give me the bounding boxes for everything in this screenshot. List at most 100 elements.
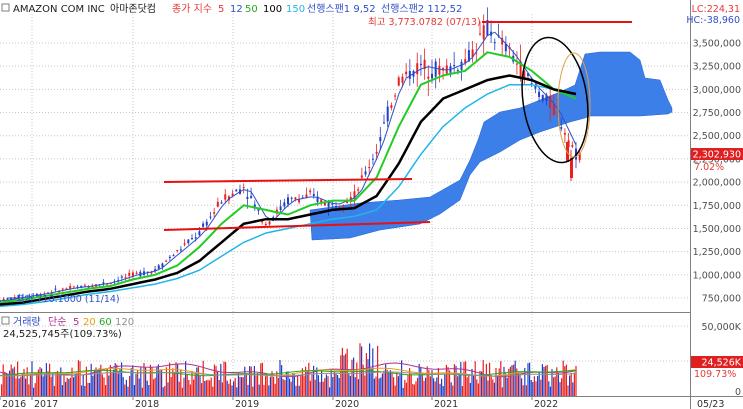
volume-bar <box>108 375 110 396</box>
volume-bar <box>253 365 255 396</box>
candle-body <box>309 190 312 193</box>
volume-bar <box>369 343 371 396</box>
price-tick-label: 3,000,000 <box>693 85 741 96</box>
volume-bar <box>164 386 166 396</box>
volume-bar <box>193 379 195 396</box>
volume-bar <box>282 379 284 396</box>
volume-bar <box>213 364 215 396</box>
x-axis-label: 2016 <box>2 399 26 409</box>
ma-tag-50: 50 <box>245 4 258 15</box>
volume-menu-checkbox[interactable] <box>1 316 10 325</box>
volume-bar <box>530 380 532 396</box>
volume-bar <box>468 374 470 396</box>
volume-bar <box>394 385 396 396</box>
volume-bar <box>559 382 561 396</box>
volume-bar <box>173 373 175 396</box>
volume-bar <box>437 368 439 396</box>
candle-body <box>571 145 574 147</box>
candle-body <box>460 61 463 71</box>
volume-bar <box>97 372 99 396</box>
ichimoku-span2-label: 선행스팬2 112,52 <box>381 3 462 15</box>
volume-bar <box>393 377 395 396</box>
volume-bar <box>239 376 241 396</box>
volume-bar <box>44 373 46 396</box>
volume-bar <box>159 369 161 396</box>
candle-body <box>327 202 330 207</box>
volume-bar <box>81 385 83 396</box>
volume-bar <box>13 366 15 396</box>
volume-bar <box>197 366 199 396</box>
volume-bar <box>545 365 547 396</box>
volume-bar <box>143 362 145 396</box>
candle-body <box>205 221 208 226</box>
candle-body <box>570 158 573 178</box>
price-tick-label: 1,250,000 <box>693 247 741 258</box>
volume-bar <box>109 365 111 396</box>
volume-bar <box>465 361 467 396</box>
volume-bar <box>485 363 487 396</box>
volume-bar <box>404 379 406 396</box>
volume-bar <box>293 374 295 396</box>
volume-bar <box>573 372 575 396</box>
volume-bar <box>60 367 62 396</box>
x-axis-label: 2019 <box>235 399 259 409</box>
ma-tag-100: 100 <box>263 4 282 15</box>
volume-bar <box>490 375 492 396</box>
volume-bar <box>378 378 380 396</box>
candle-body <box>453 65 456 67</box>
volume-bar <box>477 383 479 396</box>
volume-bar <box>501 387 503 396</box>
candle-body <box>364 171 367 175</box>
volume-bar <box>90 363 92 396</box>
volume-bar <box>329 387 331 396</box>
volume-bar <box>225 362 227 396</box>
volume-bar <box>425 377 427 396</box>
volume-bar <box>87 382 89 396</box>
volume-bar <box>345 353 347 396</box>
volume-bar <box>455 365 457 396</box>
menu-checkbox[interactable] <box>1 3 10 12</box>
volume-bar <box>541 364 543 396</box>
candle-body <box>69 286 72 289</box>
volume-bar <box>247 384 249 396</box>
candle-body <box>538 91 541 97</box>
volume-bar <box>457 376 459 396</box>
volume-bar <box>242 377 244 396</box>
price-panel-bg <box>0 0 690 312</box>
stock-chart-canvas[interactable]: AMAZON COM INC 아마존닷컴 종가 지수 5 12 50 100 1… <box>0 0 743 409</box>
candle-body <box>246 196 249 199</box>
volume-bar <box>10 364 12 396</box>
x-axis-label: 2017 <box>34 399 58 409</box>
volume-bar <box>521 378 523 396</box>
candle-body <box>342 206 345 208</box>
volume-bar <box>121 362 123 396</box>
volume-bar <box>492 379 494 396</box>
volume-bar <box>314 379 316 396</box>
volume-bar <box>266 374 268 396</box>
candle-body <box>515 63 518 65</box>
price-tick-label: 1,750,000 <box>693 201 741 212</box>
candle-body <box>335 206 337 208</box>
volume-bar <box>343 355 345 396</box>
volume-bar <box>413 384 415 396</box>
volume-bar <box>397 376 399 396</box>
candle-body <box>357 189 360 191</box>
candle-body <box>541 94 544 101</box>
volume-bar <box>540 379 542 396</box>
price-tick-label: 3,500,000 <box>693 39 741 50</box>
volume-bar <box>332 377 334 396</box>
candle-body <box>135 272 138 274</box>
candle-body <box>242 187 245 189</box>
volume-tick-top: 50,000K <box>702 322 742 333</box>
candle-body <box>549 95 552 108</box>
volume-bar <box>194 373 196 396</box>
candle-body <box>176 250 179 252</box>
volume-bar <box>228 383 230 396</box>
volume-bar <box>439 383 441 396</box>
volume-bar <box>441 378 443 396</box>
volume-bar <box>145 367 147 396</box>
x-axis-labels[interactable]: 2016 2017 2018 2019 2020 2021 2022 05/23 <box>0 396 724 409</box>
candle-body <box>61 288 64 290</box>
candle-body <box>552 103 555 116</box>
volume-bar <box>421 375 423 396</box>
